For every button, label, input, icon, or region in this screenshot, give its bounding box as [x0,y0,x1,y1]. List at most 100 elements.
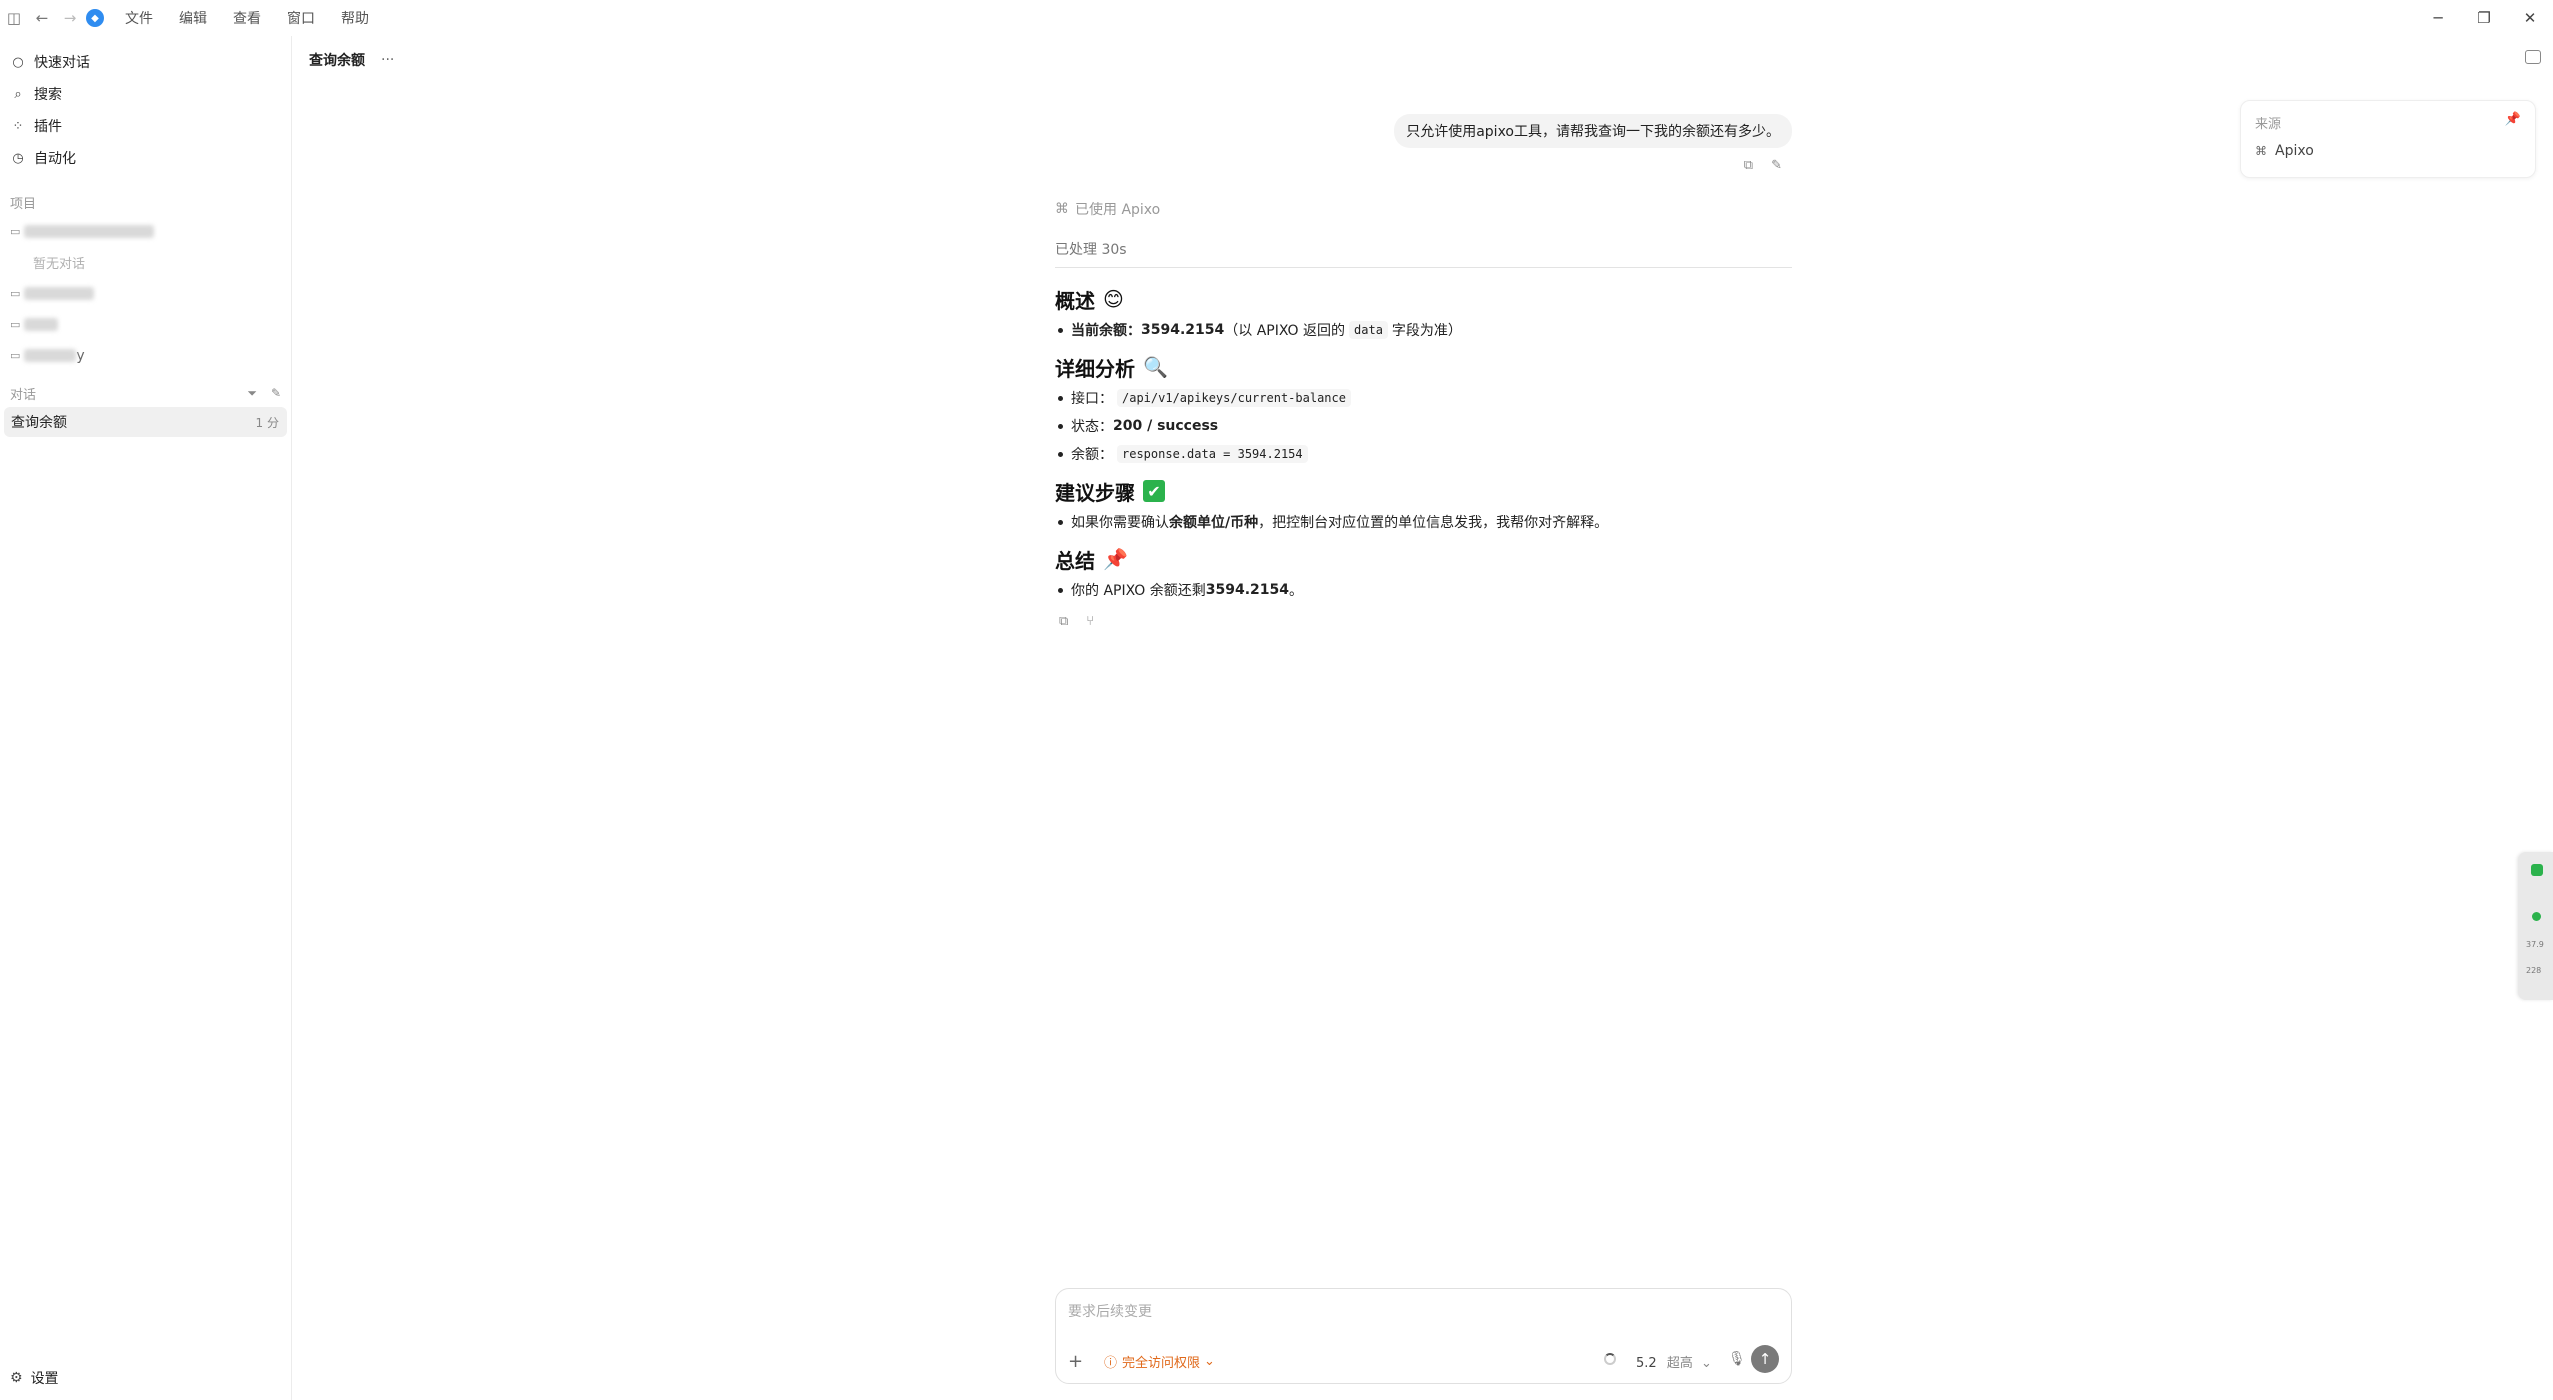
endpoint-label: 接口： [1071,391,1113,407]
balance-note: 字段为准） [1391,323,1462,339]
add-attachment-button[interactable]: + [1068,1351,1083,1372]
section-heading-summary: 总结 📌 [1055,542,1792,576]
copy-icon[interactable]: ⧉ [1744,158,1753,173]
more-options-button[interactable]: ··· [381,52,394,68]
magnifier-emoji-icon: 🔍 [1143,355,1168,379]
copy-icon[interactable]: ⧉ [1059,614,1068,629]
message-composer[interactable]: 要求后续变更 + ⓘ 完全访问权限 ⌄ 5.2 超高 ⌄ 🎙 ↑ [1055,1288,1792,1384]
project-item[interactable]: ▭ [0,278,291,309]
system-monitor-widget[interactable]: 37.9 228 [2518,852,2553,1000]
composer-input[interactable]: 要求后续变更 [1068,1301,1152,1321]
menu-edit[interactable]: 编辑 [166,8,220,28]
branch-icon[interactable]: ⑂ [1086,614,1094,629]
projects-label: 项目 [10,196,37,212]
list-item: 余额： response.data = 3594.2154 [1055,440,1792,468]
source-item[interactable]: ⌘ Apixo [2255,143,2314,159]
folder-icon: ▭ [10,318,21,331]
project-item[interactable]: ▭ [0,216,291,247]
sidebar: ○ 快速对话 ⌕ 搜索 ⁘ 插件 ◷ 自动化 项目 ▭ 暂无对话 ▭ ▭ ▭ y… [0,36,292,1400]
restore-icon[interactable]: ❐ [2461,0,2507,36]
project-item[interactable]: ▭ [0,309,291,340]
inline-code: response.data = 3594.2154 [1117,445,1308,463]
pin-icon[interactable]: 📌 [2505,112,2521,127]
sidebar-item-plugins[interactable]: ⁘ 插件 [0,110,291,142]
sidebar-item-search[interactable]: ⌕ 搜索 [0,78,291,110]
sources-label: 来源 [2255,117,2282,132]
page-title: 查询余额 [309,53,365,69]
redacted-project-name [24,318,59,331]
plugin-icon: ⌘ [2255,144,2267,158]
permission-dropdown[interactable]: ⓘ 完全访问权限 ⌄ [1104,1352,1215,1371]
summary-value: 3594.2154 [1205,582,1290,598]
projects-section-label: 项目 [0,188,291,216]
tool-used-label: 已使用 Apixo [1075,202,1161,218]
monitor-value-2: 228 [2526,966,2542,975]
sidebar-item-automation[interactable]: ◷ 自动化 [0,142,291,174]
edit-icon[interactable]: ✎ [1771,158,1782,173]
new-chat-icon[interactable]: ✎ [271,386,281,401]
assistant-answer: 概述 😊 当前余额： 3594.2154 （以 APIXO 返回的 data 字… [1055,282,1792,629]
folder-icon: ▭ [10,225,21,238]
sidebar-item-quick-chat[interactable]: ○ 快速对话 [0,46,291,78]
gear-icon: ⚙ [10,1370,23,1386]
window-controls: ─ ❐ ✕ [2415,0,2553,36]
menu-window[interactable]: 窗口 [274,8,328,28]
list-item: 当前余额： 3594.2154 （以 APIXO 返回的 data 字段为准） [1055,316,1792,344]
processed-time[interactable]: 已处理 30s [1055,239,1792,268]
inline-code: data [1349,321,1388,339]
list-item: 你的 APIXO 余额还剩 3594.2154 。 [1055,576,1792,604]
overview-list: 当前余额： 3594.2154 （以 APIXO 返回的 data 字段为准） [1055,316,1792,344]
project-name-visible-suffix: y [76,347,85,364]
section-heading-steps: 建议步骤 ✔ [1055,474,1792,508]
microphone-icon[interactable]: 🎙 [1728,1351,1746,1367]
settings-button[interactable]: ⚙ 设置 [10,1368,59,1388]
back-arrow-icon[interactable]: ← [28,4,56,32]
tool-used-indicator[interactable]: ⌘ 已使用 Apixo [1055,199,1160,219]
effort-level: 超高 [1666,1356,1693,1371]
forward-arrow-icon[interactable]: → [56,4,84,32]
permission-label: 完全访问权限 [1122,1356,1201,1371]
model-selector[interactable]: 5.2 超高 ⌄ [1636,1352,1712,1371]
clock-icon: ◷ [12,150,24,166]
project-item[interactable]: ▭ y [0,340,291,371]
sidebar-item-label: 快速对话 [34,55,90,71]
menu-file[interactable]: 文件 [112,8,166,28]
smile-emoji-icon: 😊 [1103,287,1124,311]
filter-icon[interactable]: ⏷ [247,386,257,401]
summary-list: 你的 APIXO 余额还剩 3594.2154 。 [1055,576,1792,604]
steps-text-bold: 余额单位/币种 [1169,515,1259,531]
user-message-actions: ⧉ ✎ [1744,158,1782,173]
steps-text: 如果你需要确认 [1071,515,1169,531]
balance-label: 余额： [1071,447,1113,463]
inline-code: /api/v1/apikeys/current-balance [1117,389,1351,407]
heading-text: 建议步骤 [1055,480,1135,505]
empty-conversations-note: 暂无对话 [33,257,86,272]
conversation-header: 查询余额 ··· [309,50,394,70]
warning-icon: ⓘ [1104,1356,1118,1371]
shield-check-icon [2531,864,2543,876]
conversation-time: 1 分 [255,415,279,430]
close-icon[interactable]: ✕ [2507,0,2553,36]
chat-circle-icon: ○ [12,54,24,70]
check-mark-emoji-icon: ✔ [1143,480,1165,502]
chevron-down-icon: ⌄ [1700,1356,1712,1371]
steps-text: ，把控制台对应位置的单位信息发我，我帮你对齐解释。 [1258,515,1609,531]
model-version: 5.2 [1636,1356,1657,1371]
balance-label: 当前余额： [1071,323,1141,339]
send-button[interactable]: ↑ [1751,1345,1779,1373]
list-item: 接口： /api/v1/apikeys/current-balance [1055,384,1792,412]
monitor-value-1: 37.9 [2526,940,2544,949]
sidebar-toggle-icon[interactable]: ◫ [0,4,28,32]
redacted-project-name [24,349,77,362]
settings-label: 设置 [30,1371,59,1387]
minimize-icon[interactable]: ─ [2415,0,2461,36]
menu-view[interactable]: 查看 [220,8,274,28]
plugin-grid-icon: ⁘ [12,118,24,134]
status-value: 200 / success [1113,418,1219,434]
section-heading-overview: 概述 😊 [1055,282,1792,316]
menu-help[interactable]: 帮助 [328,8,382,28]
right-panel-toggle-icon[interactable] [2525,50,2541,64]
conversation-item-active[interactable]: 查询余额 1 分 [4,407,287,437]
sidebar-item-label: 插件 [34,119,62,135]
heading-text: 总结 [1055,548,1095,573]
